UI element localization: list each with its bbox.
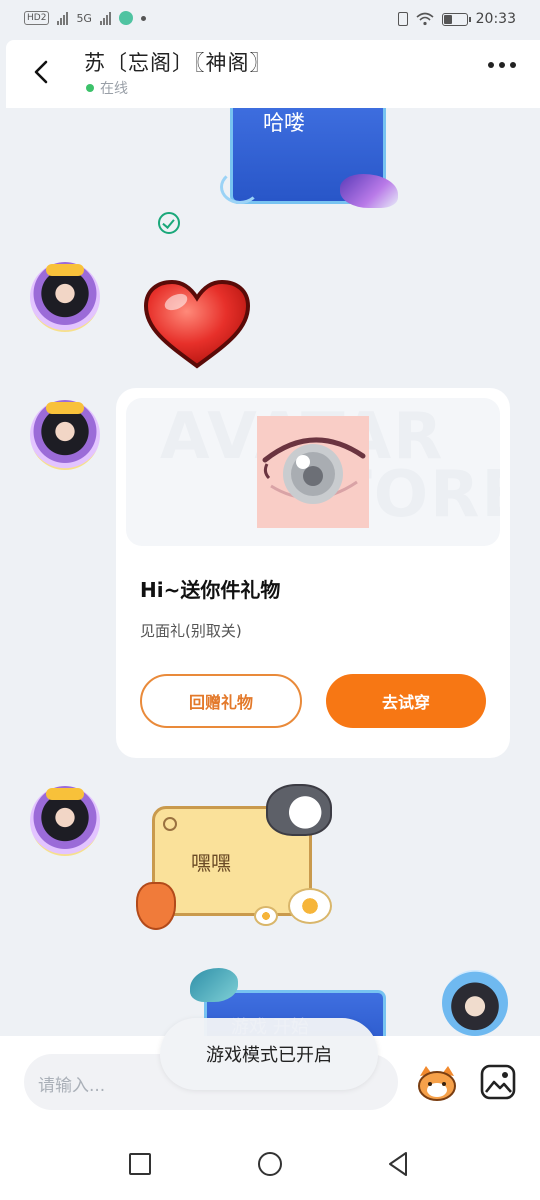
heart-icon xyxy=(143,279,251,369)
hd-badge: HD2 xyxy=(24,11,50,25)
status-right: 20:33 xyxy=(397,11,516,27)
chat-title: 苏〔忘阁〕〖神阁〗 xyxy=(84,51,272,75)
card-decoration-wave xyxy=(220,170,260,204)
sticker-pin-icon xyxy=(163,817,177,831)
signal-icon xyxy=(57,11,69,25)
home-icon[interactable] xyxy=(258,1152,282,1176)
card-decoration-bird xyxy=(190,968,238,1002)
app-notification-icon xyxy=(118,11,133,25)
input-placeholder: 请输入... xyxy=(38,1076,106,1096)
status-left: HD2 5G xyxy=(24,11,146,25)
back-arrow-icon[interactable] xyxy=(26,56,58,88)
signal-icon-2 xyxy=(99,11,111,25)
cat-sticker-icon xyxy=(266,784,332,836)
gift-image: AVATAR STORE xyxy=(126,398,500,546)
nav-back-icon[interactable] xyxy=(386,1150,410,1178)
egg-sticker-icon xyxy=(288,888,332,924)
gift-eye-image xyxy=(257,416,369,528)
sender-avatar[interactable] xyxy=(30,400,100,470)
toast: 游戏模式已开启 xyxy=(160,1018,378,1090)
chat-area[interactable]: 哈喽 AVATAR STORE xyxy=(0,108,540,1036)
greeting-card-text: 哈喽 xyxy=(263,111,305,135)
gift-title: Hi~送你件礼物 xyxy=(140,578,281,602)
battery-icon xyxy=(441,12,471,26)
try-on-button[interactable]: 去试穿 xyxy=(326,674,486,728)
sender-avatar[interactable] xyxy=(30,786,100,856)
network-label: 5G xyxy=(76,11,92,25)
egg-sticker-small-icon xyxy=(254,906,278,926)
wifi-icon xyxy=(416,12,434,26)
emoji-icon[interactable] xyxy=(416,1062,458,1102)
notification-dot-icon xyxy=(140,15,146,21)
online-status: 在线 xyxy=(86,78,128,98)
sender-avatar[interactable] xyxy=(30,262,100,332)
battery-level xyxy=(443,14,452,24)
sticker-text: 嘿嘿 xyxy=(191,851,231,875)
clock: 20:33 xyxy=(475,11,516,27)
gift-subtitle: 见面礼(别取关) xyxy=(140,622,242,640)
sticker: 嘿嘿 xyxy=(128,778,338,938)
online-dot-icon xyxy=(86,84,94,92)
online-label: 在线 xyxy=(100,81,128,97)
return-gift-button[interactable]: 回赠礼物 xyxy=(140,674,302,728)
chat-header: 苏〔忘阁〕〖神阁〗 在线 xyxy=(6,40,540,108)
vibrate-icon xyxy=(397,12,408,26)
gift-card[interactable]: AVATAR STORE Hi~送你件礼物 见面礼(别取关) 回赠礼物 去试穿 xyxy=(116,388,510,758)
status-bar: HD2 5G 20:33 xyxy=(0,0,540,40)
image-icon[interactable] xyxy=(478,1062,518,1102)
carrot-sticker-icon xyxy=(136,882,176,930)
my-avatar[interactable] xyxy=(442,970,508,1036)
read-check-icon xyxy=(158,212,180,234)
card-decoration-figure xyxy=(340,174,398,208)
recent-apps-icon[interactable] xyxy=(129,1153,151,1175)
system-nav-bar xyxy=(0,1128,540,1200)
more-icon[interactable] xyxy=(488,62,516,68)
